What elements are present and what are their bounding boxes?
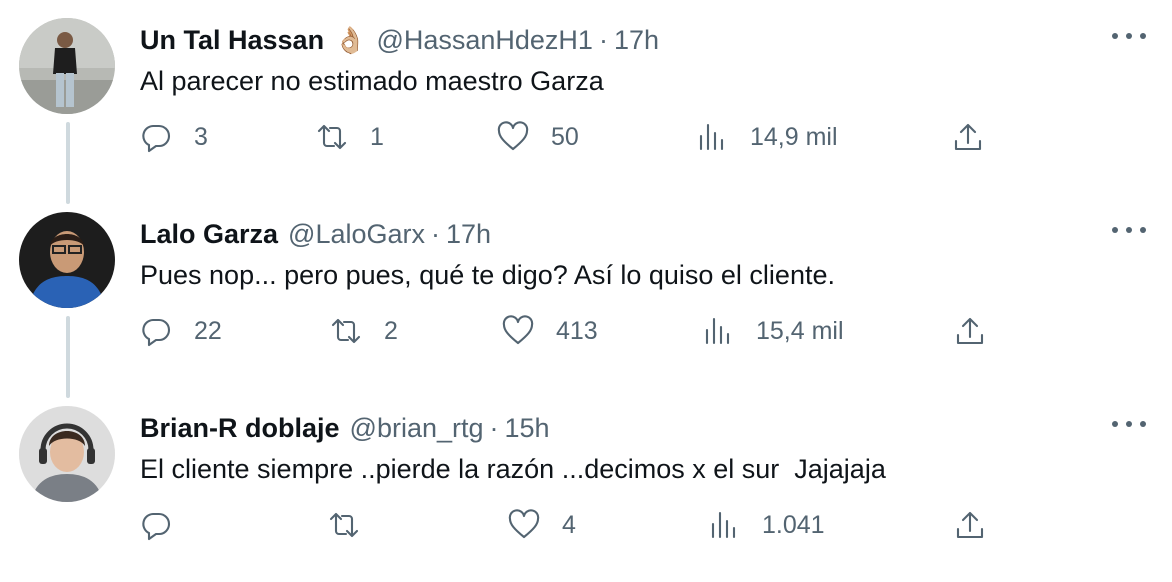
tweet-header: Lalo Garza @LaloGarx · 17h	[140, 214, 491, 254]
reply-count: 22	[194, 316, 222, 345]
tweet[interactable]: Un Tal Hassan 👌🏼 @HassanHdezH1 · 17h Al …	[0, 0, 1172, 194]
views-icon	[711, 511, 736, 539]
like-button[interactable]: 413	[502, 306, 598, 356]
action-bar: 3 1 50 14,9 mil	[140, 112, 990, 162]
retweet-icon	[329, 512, 359, 538]
user-handle[interactable]: @brian_rtg	[350, 413, 484, 444]
retweet-icon	[317, 124, 347, 150]
separator-dot: ·	[431, 218, 441, 249]
retweet-button[interactable]	[328, 500, 382, 550]
views-button[interactable]: 1.041	[708, 500, 825, 550]
views-button[interactable]: 15,4 mil	[702, 306, 844, 356]
share-button[interactable]	[954, 306, 986, 356]
timestamp[interactable]: 17h	[446, 219, 491, 250]
more-icon[interactable]	[1112, 26, 1146, 46]
timestamp[interactable]: 17h	[614, 25, 659, 56]
ok-hand-emoji: 👌🏼	[334, 24, 367, 55]
heart-icon	[502, 315, 534, 345]
share-button[interactable]	[952, 112, 984, 162]
reply-button[interactable]	[140, 500, 194, 550]
views-count: 14,9 mil	[750, 122, 838, 151]
views-count: 1.041	[762, 510, 825, 539]
like-button[interactable]: 4	[508, 500, 576, 550]
share-icon	[954, 123, 982, 151]
avatar[interactable]	[19, 18, 115, 114]
views-count: 15,4 mil	[756, 316, 844, 345]
avatar[interactable]	[19, 406, 115, 502]
like-button[interactable]: 50	[497, 112, 579, 162]
timestamp[interactable]: 15h	[505, 413, 550, 444]
retweet-count: 1	[370, 122, 384, 151]
more-icon[interactable]	[1112, 220, 1146, 240]
action-bar: 22 2 413 15,4 mil	[140, 306, 990, 356]
retweet-button[interactable]: 2	[330, 306, 398, 356]
display-name[interactable]: Un Tal Hassan	[140, 25, 324, 56]
retweet-icon	[331, 318, 361, 344]
user-handle[interactable]: @HassanHdezH1	[376, 25, 593, 56]
tweet-header: Brian-R doblaje @brian_rtg · 15h	[140, 408, 550, 448]
views-button[interactable]: 14,9 mil	[696, 112, 838, 162]
heart-icon	[497, 121, 529, 151]
display-name[interactable]: Brian-R doblaje	[140, 413, 340, 444]
reply-button[interactable]: 3	[140, 112, 208, 162]
share-button[interactable]	[954, 500, 986, 550]
share-icon	[956, 317, 984, 345]
heart-icon	[508, 509, 540, 539]
action-bar: 4 1.041	[140, 500, 990, 550]
retweet-button[interactable]: 1	[316, 112, 384, 162]
views-icon	[705, 317, 730, 345]
tweet[interactable]: Brian-R doblaje @brian_rtg · 15h El clie…	[0, 388, 1172, 582]
tweet[interactable]: Lalo Garza @LaloGarx · 17h Pues nop... p…	[0, 194, 1172, 388]
reply-icon	[142, 318, 171, 347]
reply-count: 3	[194, 122, 208, 151]
reply-icon	[142, 124, 171, 153]
user-handle[interactable]: @LaloGarx	[288, 219, 425, 250]
reply-icon	[142, 512, 171, 541]
tweet-text: Al parecer no estimado maestro Garza	[140, 66, 604, 96]
tweet-text: El cliente siempre ..pierde la razón ...…	[140, 454, 886, 484]
views-icon	[699, 123, 724, 151]
like-count: 4	[562, 510, 576, 539]
share-icon	[956, 511, 984, 539]
avatar[interactable]	[19, 212, 115, 308]
like-count: 413	[556, 316, 598, 345]
more-icon[interactable]	[1112, 414, 1146, 434]
tweet-header: Un Tal Hassan 👌🏼 @HassanHdezH1 · 17h	[140, 20, 659, 60]
like-count: 50	[551, 122, 579, 151]
retweet-count: 2	[384, 316, 398, 345]
reply-button[interactable]: 22	[140, 306, 222, 356]
display-name[interactable]: Lalo Garza	[140, 219, 278, 250]
separator-dot: ·	[489, 412, 499, 443]
tweet-text: Pues nop... pero pues, qué te digo? Así …	[140, 260, 835, 290]
separator-dot: ·	[598, 24, 608, 55]
